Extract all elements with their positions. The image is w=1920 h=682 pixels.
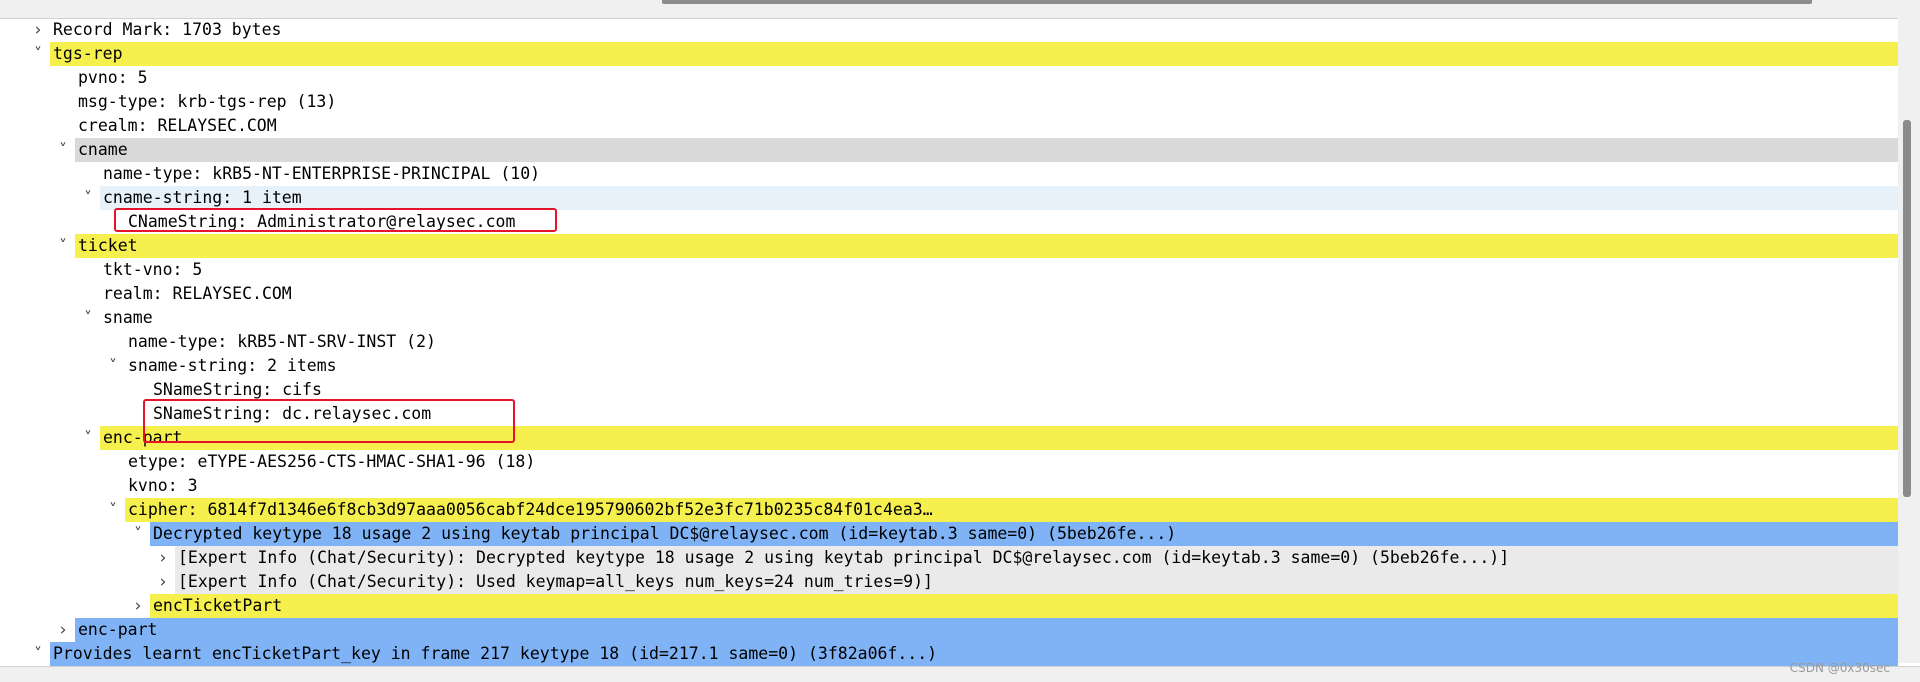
tree-row-label: Provides learnt encTicketPart_key in fra… [53, 644, 938, 663]
tree-row[interactable]: ˅ enc-part [0, 426, 1898, 450]
tree-row-label: SNameString: cifs [153, 380, 322, 399]
tree-row-label: cname-string: 1 item [103, 188, 302, 207]
tree-row-label: sname-string: 2 items [128, 356, 337, 375]
tree-row[interactable]: realm: RELAYSEC.COM [0, 282, 1898, 306]
tree-row[interactable]: name-type: kRB5-NT-SRV-INST (2) [0, 330, 1898, 354]
tree-row-label: Decrypted keytype 18 usage 2 using keyta… [153, 524, 1177, 543]
row-highlight [50, 42, 1898, 66]
tree-row[interactable]: ˅ cname [0, 138, 1898, 162]
row-highlight [100, 426, 1898, 450]
tree-row-label: msg-type: krb-tgs-rep (13) [78, 92, 337, 111]
tree-row[interactable]: › [Expert Info (Chat/Security): Used keym… [0, 570, 1898, 594]
tree-row[interactable]: › enc-part [0, 618, 1898, 642]
row-highlight [75, 618, 1898, 642]
chevron-down-icon[interactable]: ˅ [130, 522, 146, 546]
row-highlight [75, 234, 1898, 258]
tree-row[interactable]: ˅ sname [0, 306, 1898, 330]
chevron-right-icon[interactable]: › [30, 18, 46, 42]
tree-row[interactable]: ˅ Decrypted keytype 18 usage 2 using keyt… [0, 522, 1898, 546]
tree-row[interactable]: crealm: RELAYSEC.COM [0, 114, 1898, 138]
tree-row-label: CNameString: Administrator@relaysec.com [128, 212, 516, 231]
tree-row[interactable]: name-type: kRB5-NT-ENTERPRISE-PRINCIPAL … [0, 162, 1898, 186]
tree-row[interactable]: CNameString: Administrator@relaysec.com [0, 210, 1898, 234]
chevron-down-icon[interactable]: ˅ [80, 306, 96, 330]
tree-row[interactable]: SNameString: cifs [0, 378, 1898, 402]
chevron-down-icon[interactable]: ˅ [105, 354, 121, 378]
tree-row-label: cname [78, 140, 128, 159]
tree-row-label: etype: eTYPE-AES256-CTS-HMAC-SHA1-96 (18… [128, 452, 536, 471]
tree-row-label: [Expert Info (Chat/Security): Decrypted … [178, 548, 1510, 567]
tree-row-label: crealm: RELAYSEC.COM [78, 116, 277, 135]
tree-row[interactable]: kvno: 3 [0, 474, 1898, 498]
tree-row-label: tkt-vno: 5 [103, 260, 203, 279]
chevron-right-icon[interactable]: › [130, 594, 146, 618]
tree-row-label: enc-part [103, 428, 183, 447]
horizontal-scrollbar-bottom[interactable] [0, 666, 1920, 682]
tree-row[interactable]: › Record Mark: 1703 bytes [0, 18, 1898, 42]
chevron-down-icon[interactable]: ˅ [80, 186, 96, 210]
horizontal-scrollbar-thumb[interactable] [662, 0, 1812, 4]
chevron-right-icon[interactable]: › [55, 618, 71, 642]
tree-row[interactable]: › [Expert Info (Chat/Security): Decrypted… [0, 546, 1898, 570]
tree-row-label: Record Mark: 1703 bytes [53, 20, 282, 39]
tree-row[interactable]: ˅ sname-string: 2 items [0, 354, 1898, 378]
chevron-right-icon[interactable]: › [155, 546, 171, 570]
tree-row-label: cipher: 6814f7d1346e6f8cb3d97aaa0056cabf… [128, 500, 933, 519]
tree-row-label: kvno: 3 [128, 476, 198, 495]
chevron-down-icon[interactable]: ˅ [105, 498, 121, 522]
tree-row[interactable]: SNameString: dc.relaysec.com [0, 402, 1898, 426]
row-highlight [75, 138, 1898, 162]
horizontal-scrollbar-top[interactable] [0, 0, 1920, 19]
vertical-scrollbar[interactable] [1898, 18, 1920, 663]
tree-row[interactable]: tkt-vno: 5 [0, 258, 1898, 282]
vertical-scrollbar-thumb[interactable] [1903, 120, 1911, 497]
tree-row[interactable]: etype: eTYPE-AES256-CTS-HMAC-SHA1-96 (18… [0, 450, 1898, 474]
tree-row[interactable]: ˅ tgs-rep [0, 42, 1898, 66]
row-highlight [150, 594, 1898, 618]
chevron-down-icon[interactable]: ˅ [55, 234, 71, 258]
tree-row-label: encTicketPart [153, 596, 283, 615]
tree-row-label: sname [103, 308, 153, 327]
tree-row-label: name-type: kRB5-NT-SRV-INST (2) [128, 332, 436, 351]
chevron-right-icon[interactable]: › [155, 570, 171, 594]
tree-row-label: enc-part [78, 620, 158, 639]
tree-row[interactable]: ˅ cipher: 6814f7d1346e6f8cb3d97aaa0056cab… [0, 498, 1898, 522]
tree-row[interactable]: msg-type: krb-tgs-rep (13) [0, 90, 1898, 114]
tree-row[interactable]: pvno: 5 [0, 66, 1898, 90]
row-highlight [100, 186, 1898, 210]
chevron-down-icon[interactable]: ˅ [30, 642, 46, 666]
tree-row-label: [Expert Info (Chat/Security): Used keyma… [178, 572, 933, 591]
tree-row-label: name-type: kRB5-NT-ENTERPRISE-PRINCIPAL … [103, 164, 541, 183]
chevron-down-icon[interactable]: ˅ [55, 138, 71, 162]
chevron-down-icon[interactable]: ˅ [30, 42, 46, 66]
chevron-down-icon[interactable]: ˅ [80, 426, 96, 450]
tree-row[interactable]: ˅ cname-string: 1 item [0, 186, 1898, 210]
watermark: CSDN @0x30sec [1789, 661, 1890, 675]
tree-row-label: realm: RELAYSEC.COM [103, 284, 292, 303]
tree-row[interactable]: › encTicketPart [0, 594, 1898, 618]
tree-row-label: SNameString: dc.relaysec.com [153, 404, 432, 423]
tree-row-label: pvno: 5 [78, 68, 148, 87]
tree-row[interactable]: ˅ ticket [0, 234, 1898, 258]
tree-row-label: ticket [78, 236, 138, 255]
tree-row[interactable]: ˅ Provides learnt encTicketPart_key in fr… [0, 642, 1898, 666]
tree-row-label: tgs-rep [53, 44, 123, 63]
